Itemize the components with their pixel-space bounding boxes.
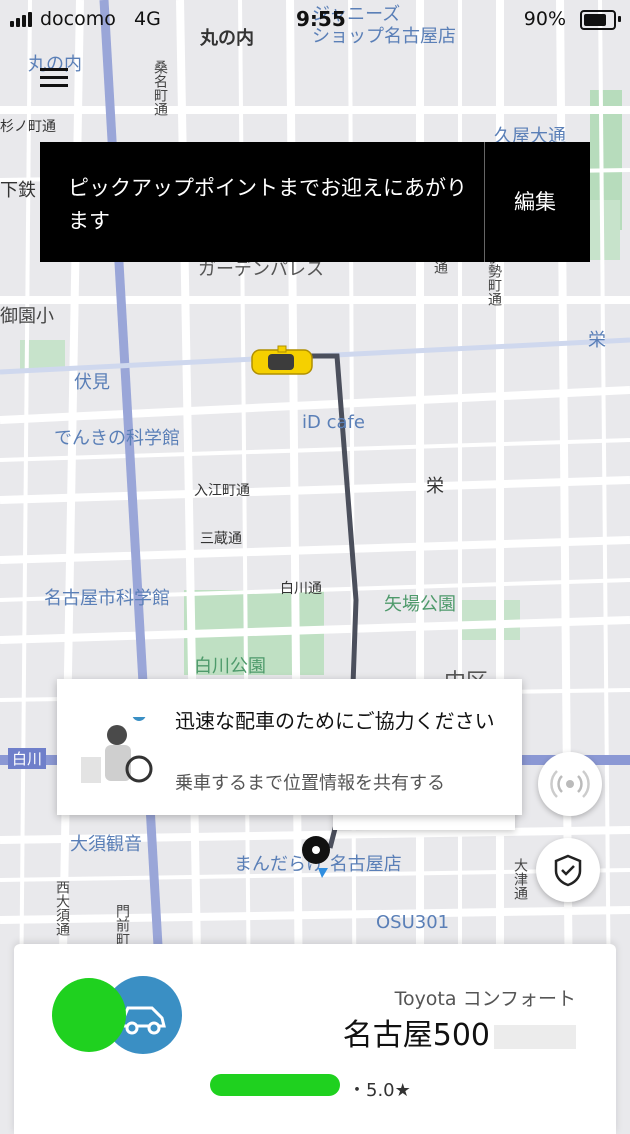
poi-label-denki: でんきの科学館	[54, 428, 180, 449]
driver-illustration-icon	[81, 717, 153, 783]
station-label-shirakawa: 白川	[8, 748, 47, 769]
driver-avatar	[52, 978, 126, 1052]
street-label-sumiyoshi: 杉ノ町通	[0, 119, 56, 135]
shield-check-icon	[554, 854, 582, 887]
street-label-kuwana: 桑名町通	[152, 60, 168, 116]
area-label-sakae: 栄	[426, 476, 444, 497]
status-time: 9:55	[296, 7, 346, 31]
share-card-title: 迅速な配車のためにご協力ください	[175, 709, 495, 733]
pickup-pin-icon	[302, 836, 330, 878]
car-model: Toyota コンフォート	[394, 988, 576, 1010]
poi-label-science-museum: 名古屋市科学館	[44, 588, 170, 609]
pickup-banner: ピックアップポイントまでお迎えにあがります 編集	[40, 142, 590, 262]
poi-label-yaba-park: 矢場公園	[384, 594, 456, 615]
poi-label-gyoen: 御園小	[0, 306, 54, 327]
safety-button[interactable]	[536, 838, 600, 902]
banner-message: ピックアップポイントまでお迎えにあがります	[68, 176, 467, 233]
battery-icon	[580, 10, 616, 30]
edit-pickup-button[interactable]: 編集	[514, 186, 556, 216]
poi-label-shirakawa-park: 白川公園	[194, 656, 266, 677]
station-label-sakae: 栄	[588, 330, 606, 351]
carrier-label: docomo 4G	[40, 8, 161, 30]
street-label-mikura: 三蔵通	[200, 531, 242, 547]
street-label-shirakawa: 白川通	[280, 581, 322, 597]
street-label-chodo: 通	[432, 260, 448, 274]
street-label-otsu: 大津通	[512, 858, 528, 900]
signal-icon	[10, 12, 32, 27]
street-label-nishi-osu: 西大須通	[54, 880, 70, 936]
station-label-osu-kannon: 大須観音	[70, 834, 142, 855]
driver-rating: ・5.0★	[348, 1080, 411, 1101]
driver-name-redacted	[210, 1074, 340, 1096]
status-bar: docomo 4G 9:55 90%	[0, 0, 630, 36]
broadcast-icon	[550, 770, 590, 798]
battery-percent: 90%	[523, 8, 566, 30]
taxi-car-icon	[251, 345, 313, 375]
share-location-card[interactable]: 迅速な配車のためにご協力ください 乗車するまで位置情報を共有する	[57, 679, 522, 815]
poi-label-osu301: OSU301	[376, 912, 450, 933]
hamburger-icon[interactable]	[40, 66, 70, 90]
street-label-irie: 入江町通	[194, 483, 250, 499]
driver-sheet[interactable]: Toyota コンフォート 名古屋500 ・5.0★	[14, 944, 616, 1134]
station-label-shimo: 下鉄	[0, 180, 36, 201]
share-card-subtitle: 乗車するまで位置情報を共有する	[175, 773, 445, 794]
license-plate: 名古屋500	[343, 1010, 576, 1054]
poi-label-idcafe: iD cafe	[302, 412, 365, 433]
share-location-button[interactable]	[538, 752, 602, 816]
banner-divider	[484, 142, 485, 262]
station-label-fushimi: 伏見	[74, 372, 110, 393]
